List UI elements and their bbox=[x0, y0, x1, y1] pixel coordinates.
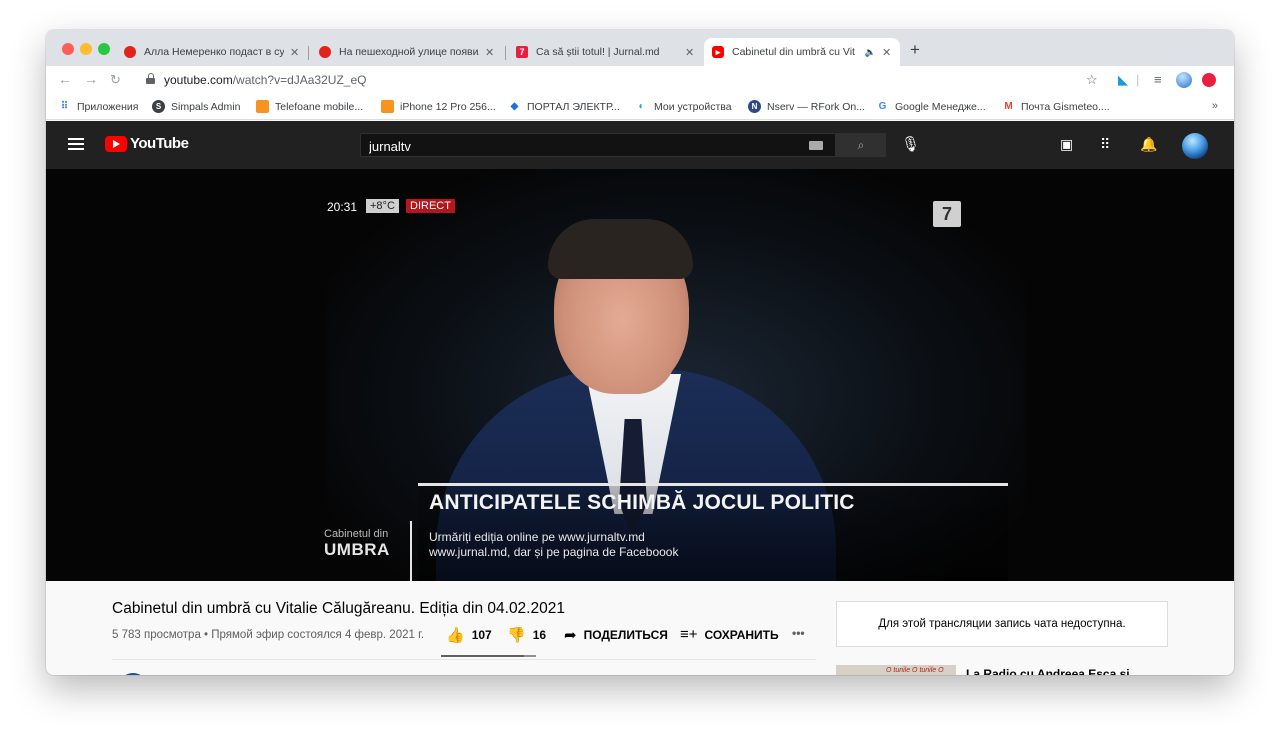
search-input[interactable] bbox=[360, 133, 836, 157]
youtube-header: YouTube ⌕ 🎙 ▣ ⠿ 🔔 bbox=[46, 121, 1234, 169]
bookmarks-bar: ⠿ Приложения S Simpals Admin Telefoane mob… bbox=[46, 94, 1234, 120]
tab-favicon-icon bbox=[319, 46, 331, 58]
save-button[interactable]: ≡+ СОХРАНИТЬ bbox=[680, 626, 779, 643]
devices-icon: ◐ bbox=[638, 101, 645, 112]
tab-title: Ca să știi totul! | Jurnal.md bbox=[536, 46, 660, 58]
thumbs-down-icon: 👎 bbox=[507, 627, 526, 644]
bookmark-star-icon[interactable]: ☆ bbox=[1086, 72, 1098, 88]
create-video-icon[interactable]: ▣ bbox=[1060, 136, 1073, 153]
apps-grid-icon: ⠿ bbox=[60, 101, 69, 112]
close-tab-icon[interactable]: ✕ bbox=[685, 46, 695, 59]
profile-avatar-icon[interactable] bbox=[1176, 72, 1192, 88]
url-field[interactable]: youtube.com/watch?v=dJAa32UZ_eQ bbox=[164, 73, 366, 87]
channel-avatar[interactable] bbox=[118, 673, 148, 675]
bookmark-simpals[interactable]: S Simpals Admin bbox=[152, 100, 240, 113]
recommended-thumbnail[interactable]: O turiile O turiile O bbox=[836, 665, 956, 675]
overlay-temperature: +8°C bbox=[366, 199, 399, 213]
tab-favicon-icon bbox=[124, 46, 136, 58]
search-button[interactable]: ⌕ bbox=[836, 133, 886, 157]
notifications-bell-icon[interactable]: 🔔 bbox=[1140, 136, 1157, 153]
bookmark-iphone[interactable]: iPhone 12 Pro 256... bbox=[381, 100, 496, 113]
youtube-logo-text[interactable]: YouTube bbox=[130, 135, 189, 152]
bookmark-apps[interactable]: ⠿ Приложения bbox=[58, 100, 139, 113]
simpals-icon: S bbox=[152, 100, 165, 113]
browser-tab[interactable]: На пешеходной улице появил ✕ bbox=[311, 38, 503, 66]
browser-tab-active[interactable]: ▸ Cabinetul din umbră cu Vit 🔈 ✕ bbox=[704, 38, 900, 66]
lower-third-subline: Urmăriți ediția online pe www.jurnaltv.m… bbox=[429, 530, 645, 544]
extension-icon[interactable]: ◣ bbox=[1118, 72, 1128, 88]
show-brand-big: UMBRA bbox=[324, 540, 390, 559]
address-bar-row: ← → ↻ youtube.com/watch?v=dJAa32UZ_eQ ☆ … bbox=[46, 66, 1234, 94]
overlay-time: 20:31 bbox=[327, 200, 358, 214]
new-tab-button[interactable]: + bbox=[910, 40, 920, 60]
more-actions-button[interactable]: ••• bbox=[792, 626, 805, 640]
bookmark-portal[interactable]: ◆ ПОРТАЛ ЭЛЕКТР... bbox=[508, 100, 620, 113]
lower-third-subline: www.jurnal.md, dar și pe pagina de Faceb… bbox=[429, 545, 679, 559]
bookmark-telefoane[interactable]: Telefoane mobile... bbox=[256, 100, 363, 113]
recommended-video-title[interactable]: La Radio cu Andreea Esca și bbox=[966, 667, 1130, 675]
thumbs-up-icon: 👍 bbox=[446, 627, 465, 644]
menu-icon[interactable] bbox=[68, 138, 84, 150]
gmail-icon: M bbox=[1004, 101, 1013, 112]
bookmark-devices[interactable]: ◐ Мои устройства bbox=[635, 100, 731, 113]
share-button[interactable]: ➦ ПОДЕЛИТЬСЯ bbox=[564, 626, 668, 644]
jurnal-favicon-icon: 7 bbox=[516, 46, 528, 58]
video-meta: 5 783 просмотра • Прямой эфир состоялся … bbox=[112, 629, 425, 641]
like-ratio-bar bbox=[441, 655, 536, 657]
tab-strip: Алла Немеренко подаст в суд ✕ На пешеход… bbox=[46, 30, 1234, 66]
youtube-logo-icon[interactable] bbox=[105, 136, 127, 152]
channel-watermark-logo: 7 bbox=[933, 201, 961, 227]
close-window-button[interactable] bbox=[62, 43, 74, 55]
extension-red-icon[interactable] bbox=[1202, 73, 1216, 87]
video-title: Cabinetul din umbră cu Vitalie Călugărea… bbox=[112, 600, 565, 617]
back-arrow-icon[interactable]: ← bbox=[58, 71, 72, 87]
nserv-icon: N bbox=[748, 100, 761, 113]
google-icon: G bbox=[878, 101, 887, 112]
browser-tab[interactable]: 7 Ca să știi totul! | Jurnal.md ✕ bbox=[508, 38, 703, 66]
show-brand-small: Cabinetul din bbox=[324, 528, 389, 540]
overlay-live-badge: DIRECT bbox=[406, 199, 455, 213]
lock-icon[interactable] bbox=[146, 73, 155, 84]
user-avatar[interactable] bbox=[1182, 133, 1208, 159]
url-domain: youtube.com bbox=[164, 73, 233, 87]
share-arrow-icon: ➦ bbox=[564, 627, 577, 644]
maximize-window-button[interactable] bbox=[98, 43, 110, 55]
apps-icon[interactable]: ⠿ bbox=[1100, 136, 1110, 153]
url-path: /watch?v=dJAa32UZ_eQ bbox=[232, 73, 367, 87]
bookmark-google[interactable]: G Google Менедже... bbox=[876, 100, 986, 113]
portal-icon: ◆ bbox=[510, 101, 519, 112]
tab-title: На пешеходной улице появил bbox=[339, 46, 479, 58]
browser-window: Алла Немеренко подаст в суд ✕ На пешеход… bbox=[46, 30, 1234, 675]
tab-title: Алла Немеренко подаст в суд bbox=[144, 46, 284, 58]
search-icon: ⌕ bbox=[857, 137, 865, 152]
tab-title: Cabinetul din umbră cu Vit bbox=[732, 46, 855, 58]
bookmark-nserv[interactable]: N Nserv — RFork On... bbox=[748, 100, 865, 113]
microphone-icon[interactable]: 🎙 bbox=[901, 135, 920, 153]
youtube-favicon-icon: ▸ bbox=[712, 46, 724, 58]
forward-arrow-icon[interactable]: → bbox=[84, 71, 98, 87]
playlist-add-icon: ≡+ bbox=[680, 626, 698, 643]
close-tab-icon[interactable]: ✕ bbox=[290, 46, 300, 59]
minimize-window-button[interactable] bbox=[80, 43, 92, 55]
audio-playing-icon[interactable]: 🔈 bbox=[865, 47, 876, 58]
keyboard-icon[interactable] bbox=[809, 141, 823, 150]
like-button[interactable]: 👍 107 bbox=[446, 626, 492, 644]
bookmark-gismeteo[interactable]: M Почта Gismeteo.... bbox=[1002, 100, 1109, 113]
bookmarks-more-button[interactable]: » bbox=[1212, 100, 1218, 112]
reading-list-icon[interactable]: ≡ bbox=[1154, 72, 1162, 87]
video-player[interactable]: 20:31 +8°C DIRECT 7 ANTICIPATELE SCHIMBĂ… bbox=[46, 169, 1234, 581]
lower-third-headline: ANTICIPATELE SCHIMBĂ JOCUL POLITIC bbox=[429, 491, 855, 514]
close-tab-icon[interactable]: ✕ bbox=[485, 46, 495, 59]
browser-tab[interactable]: Алла Немеренко подаст в суд ✕ bbox=[116, 38, 308, 66]
orange-square-icon bbox=[256, 100, 269, 113]
video-info-section: Cabinetul din umbră cu Vitalie Călugărea… bbox=[46, 581, 1234, 675]
dislike-button[interactable]: 👎 16 bbox=[507, 626, 546, 644]
close-tab-icon[interactable]: ✕ bbox=[882, 46, 892, 59]
orange-square-icon bbox=[381, 100, 394, 113]
chat-unavailable-box: Для этой трансляции запись чата недоступ… bbox=[836, 601, 1168, 647]
reload-icon[interactable]: ↻ bbox=[110, 72, 121, 88]
